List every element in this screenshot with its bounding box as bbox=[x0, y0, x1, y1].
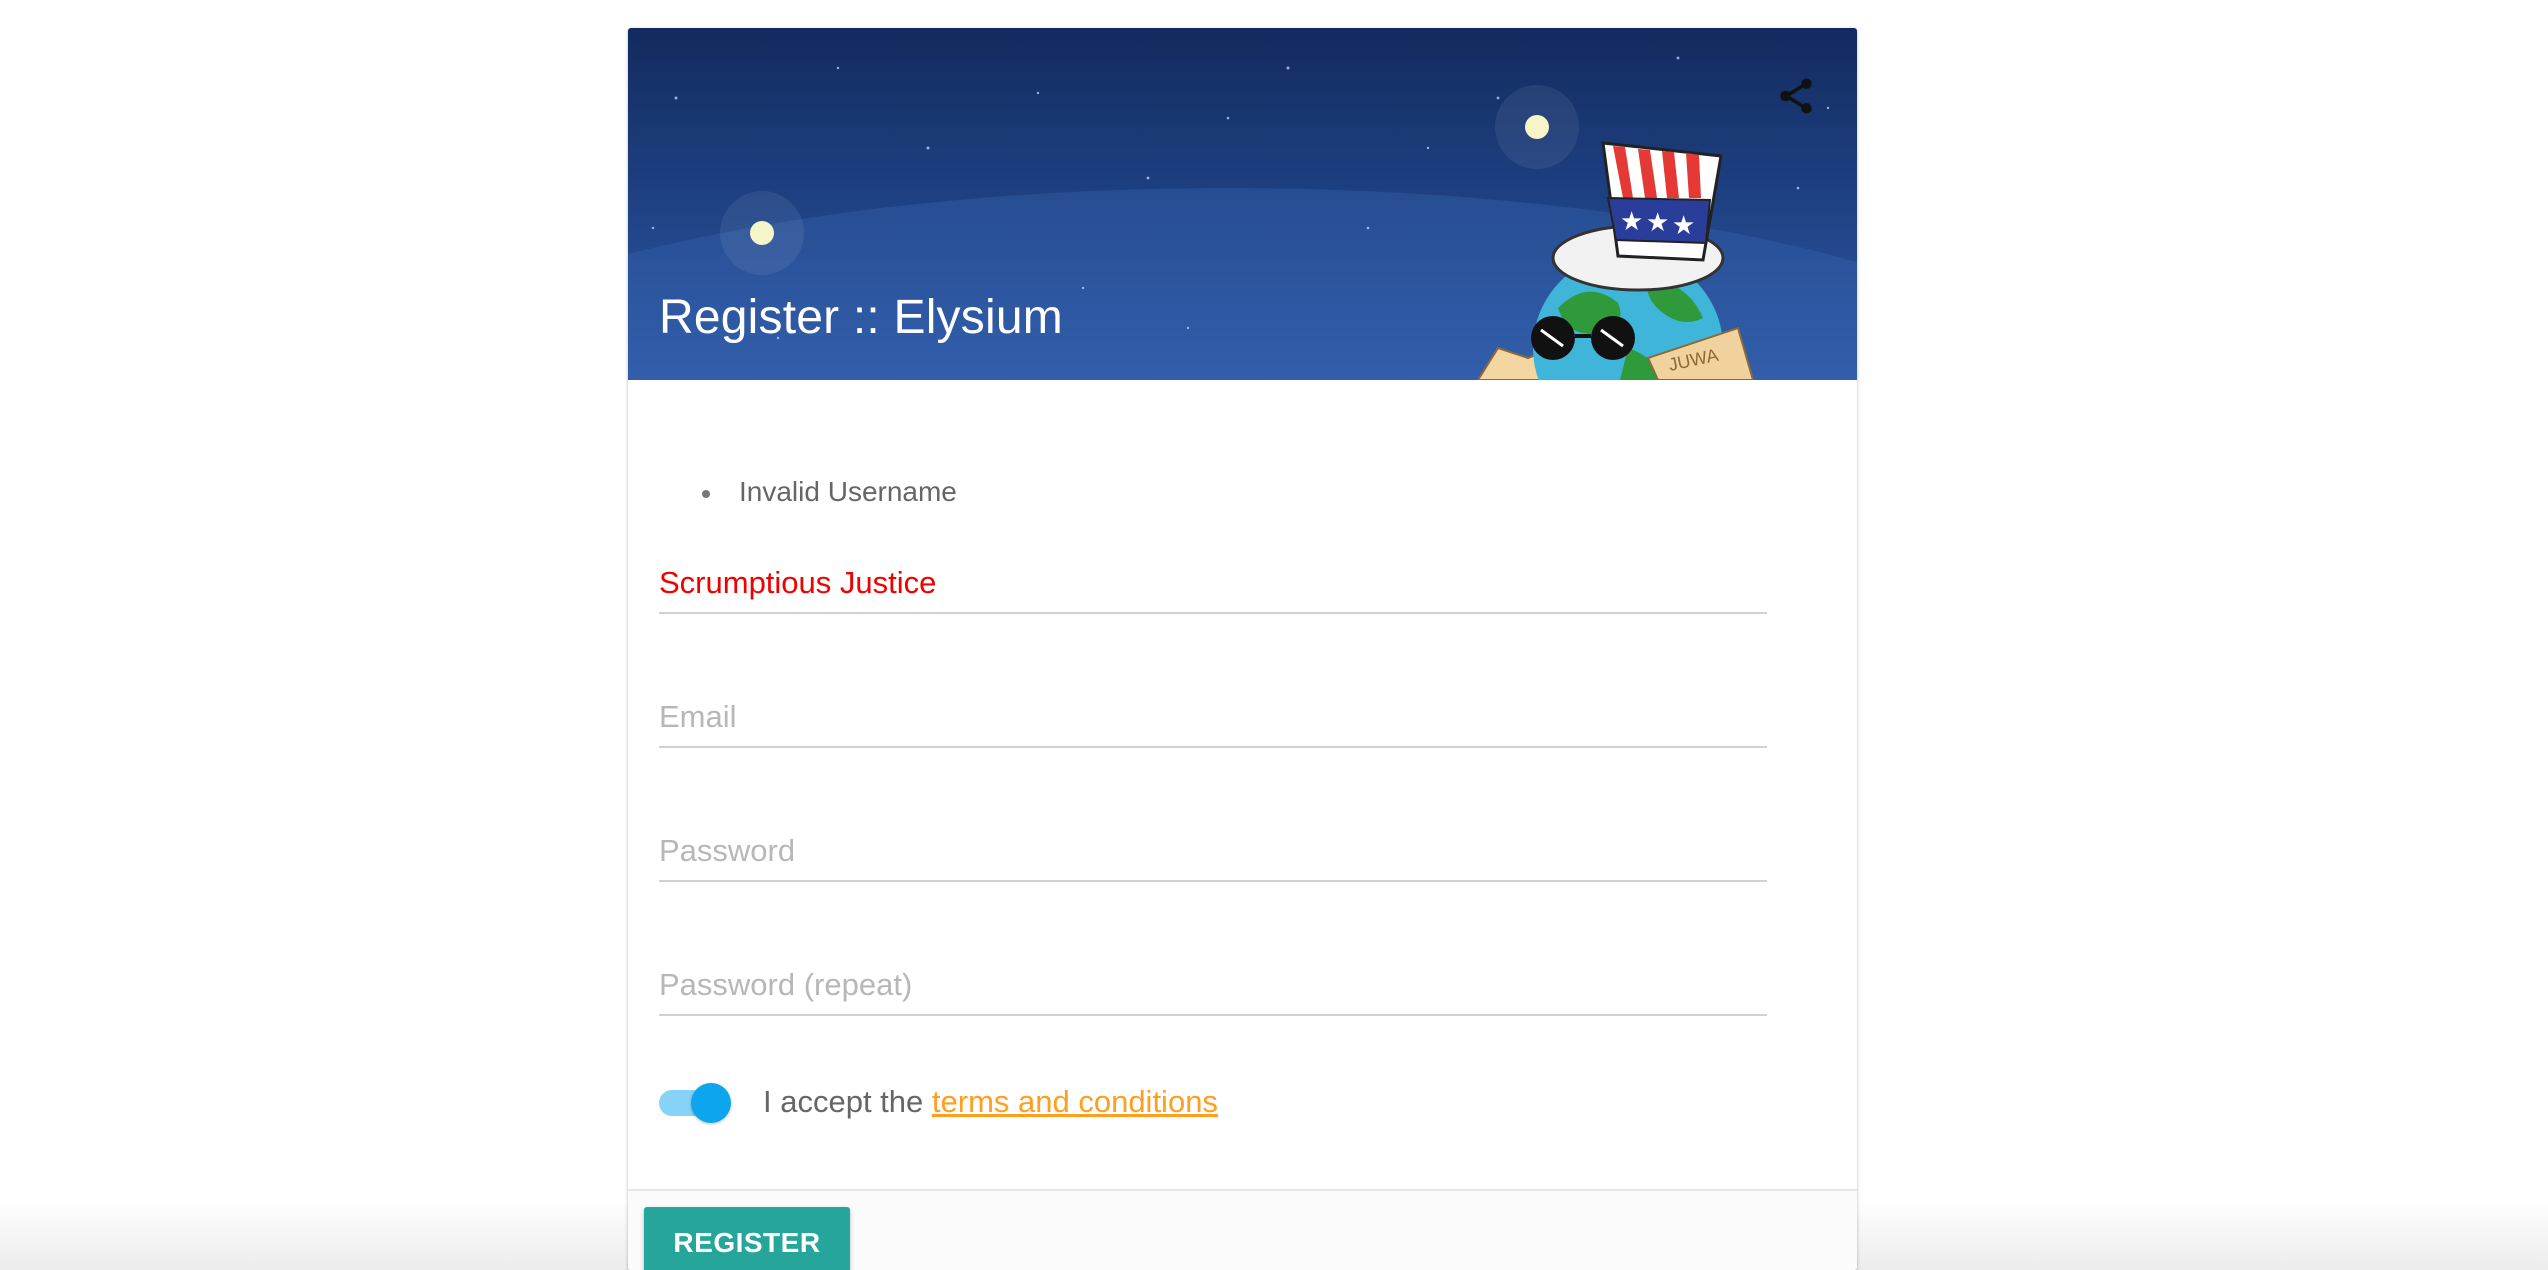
terms-toggle[interactable] bbox=[659, 1082, 733, 1123]
share-button[interactable] bbox=[1768, 68, 1824, 124]
register-button[interactable]: REGISTER bbox=[644, 1207, 850, 1270]
password-repeat-field-wrapper bbox=[659, 956, 1767, 1016]
svg-text:★: ★ bbox=[1646, 208, 1669, 238]
share-icon bbox=[1780, 78, 1812, 114]
email-field-wrapper bbox=[659, 688, 1767, 748]
toggle-thumb bbox=[691, 1083, 731, 1123]
error-message: Invalid Username bbox=[702, 476, 957, 508]
terms-link[interactable]: terms and conditions bbox=[932, 1084, 1218, 1119]
terms-label-prefix: I accept the bbox=[763, 1084, 932, 1119]
terms-label: I accept the terms and conditions bbox=[763, 1084, 1218, 1120]
username-input[interactable] bbox=[659, 554, 1767, 614]
email-input[interactable] bbox=[659, 688, 1767, 748]
password-repeat-input[interactable] bbox=[659, 956, 1767, 1016]
card-header: JUWA ★ ★ ★ Register :: Elysium bbox=[628, 28, 1857, 380]
username-field-wrapper bbox=[659, 554, 1767, 614]
error-list: Invalid Username bbox=[702, 476, 957, 508]
card-actions: REGISTER bbox=[628, 1189, 1857, 1270]
password-field-wrapper bbox=[659, 822, 1767, 882]
page-title: Register :: Elysium bbox=[659, 291, 1063, 344]
terms-row: I accept the terms and conditions bbox=[659, 1074, 1218, 1130]
svg-text:★: ★ bbox=[1620, 207, 1643, 237]
password-input[interactable] bbox=[659, 822, 1767, 882]
register-card: JUWA ★ ★ ★ Register :: Elysium Invalid U… bbox=[628, 28, 1857, 1270]
svg-text:★: ★ bbox=[1672, 211, 1695, 241]
moon-icon bbox=[750, 221, 774, 245]
